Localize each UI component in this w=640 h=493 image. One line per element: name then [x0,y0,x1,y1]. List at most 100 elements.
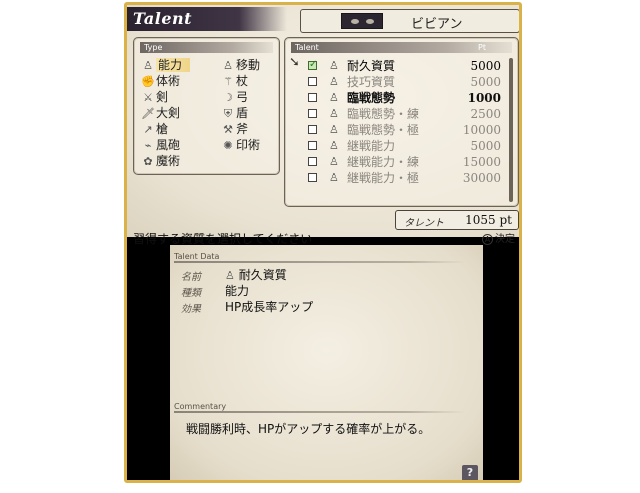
bottom-left-border [127,245,170,480]
talent-panel: Talent Pt ♙ 耐久資質 5000 ♙ 技巧資質 5000 ♙ 臨戦態勢 1000 ♙ 臨戦… [284,37,519,207]
commentary-text: 戦闘勝利時、HPがアップする確率が上がる。 [186,422,431,436]
type-item[interactable]: 🗡大剣 [140,105,180,121]
type-item-label: 魔術 [156,154,181,168]
type-item[interactable]: ⚒ 斧 [220,121,248,137]
type-item[interactable]: ✺ 印術 [220,137,260,153]
talent-row[interactable]: ♙ 継戦能力・極 30000 [291,170,505,186]
talent-checkbox[interactable] [308,93,317,102]
talent-head-label: Talent [295,43,319,52]
type-item[interactable]: ♙ 能力 [140,57,191,73]
bottom-screen: Talent Data 名前 ♙ 耐久資質 種類 能力 効果 HP成長率アップ … [170,245,483,480]
name-key: 名前 [181,272,201,283]
talent-name: 臨戦態勢・練 [347,107,420,121]
type-item[interactable]: ⚔ 剣 [140,89,168,105]
talent-checkbox[interactable] [308,141,317,150]
axe-icon: ⚒ [223,123,233,136]
talent-checkbox[interactable] [308,157,317,166]
talent-cost: 2500 [470,107,501,121]
type-item[interactable]: ✊体術 [140,73,180,89]
talent-points-box: タレント 1055 pt [395,210,519,230]
type-item-label: 剣 [156,90,169,104]
person-icon: ♙ [329,91,339,104]
effect-value: HP成長率アップ [225,300,314,314]
talent-cost: 1000 [467,91,501,105]
magic-icon: ✿ [143,155,153,168]
person-icon: ♙ [143,59,153,72]
spear-icon: ↗ [143,123,153,136]
game-frame: Talent ビビアン Type ♙ 能力 ✊体術 ⚔ 剣 🗡大剣 ↗ 槍 ⌁ 風砲 ✿ 魔術 ♙ 移動… [124,2,522,483]
type-item[interactable]: ⌁ 風砲 [140,137,180,153]
talent-data-heading: Talent Data [174,252,220,261]
type-key: 種類 [181,288,201,299]
bow-icon: ☽ [223,91,233,104]
talent-checkbox[interactable] [308,109,317,118]
type-item[interactable]: ⚚ 杖 [220,73,248,89]
type-item-label: 移動 [236,58,261,72]
type-item-label: 能力 [156,58,191,72]
talent-cost: 30000 [462,171,501,185]
sword-icon: ⚔ [143,91,153,104]
type-panel: Type ♙ 能力 ✊体術 ⚔ 剣 🗡大剣 ↗ 槍 ⌁ 風砲 ✿ 魔術 ♙ 移動 ⚚ 杖 ☽ 弓 ⛨ 盾 ⚒ 斧 ✺ 印術 [133,37,280,175]
decide-label: 決定 [495,234,515,245]
type-item[interactable]: ☽ 弓 [220,89,248,105]
person-icon: ♙ [329,171,339,184]
top-screen: Talent ビビアン Type ♙ 能力 ✊体術 ⚔ 剣 🗡大剣 ↗ 槍 ⌁ 風砲 ✿ 魔術 ♙ 移動… [127,5,519,246]
talent-panel-head: Talent Pt [291,42,512,53]
talent-name: 継戦能力 [347,139,396,153]
person-icon: ♙ [329,139,339,152]
talent-row[interactable]: ♙ 継戦能力・練 15000 [291,154,505,170]
character-portrait [341,13,383,29]
type-item-label: 体術 [156,74,181,88]
person-icon: ♙ [225,269,235,282]
talent-name: 臨戦態勢 [347,91,396,105]
person-icon: ♙ [329,107,339,120]
talent-row[interactable]: ♙ 技巧資質 5000 [291,74,505,90]
character-box[interactable]: ビビアン [300,9,519,33]
talent-points-value: 1055 pt [465,213,512,227]
talent-row[interactable]: ♙ 耐久資質 5000 [291,57,505,74]
commentary-heading: Commentary [174,402,227,411]
talent-data-divider [174,261,465,263]
help-button[interactable]: ? [462,465,478,480]
talent-row[interactable]: ♙ 臨戦態勢 1000 [291,90,505,106]
bottom-right-border [483,245,519,480]
talent-scrollbar[interactable] [509,58,513,202]
fist-icon: ✊ [141,75,155,88]
talent-name: 技巧資質 [347,75,396,89]
commentary-divider [174,411,465,413]
greatsword-icon: 🗡 [141,107,155,120]
talent-checkbox[interactable] [308,125,317,134]
type-item[interactable]: ↗ 槍 [140,121,168,137]
pointer-cursor-icon: ➘ [289,55,300,70]
person-icon: ♙ [329,59,339,72]
talent-checkbox[interactable] [308,173,317,182]
talent-cost: 15000 [462,155,501,169]
type-item-label: 風砲 [156,138,181,152]
seal-icon: ✺ [223,139,233,152]
type-item[interactable]: ⛨ 盾 [220,105,248,121]
talent-checkbox[interactable] [308,57,317,73]
person-move-icon: ♙ [223,59,233,72]
type-panel-head: Type [140,42,273,53]
talent-checkbox[interactable] [308,77,317,86]
talent-points-label: タレント [404,218,444,229]
person-icon: ♙ [329,75,339,88]
name-value: ♙ 耐久資質 [225,266,287,283]
type-item[interactable]: ✿ 魔術 [140,153,180,169]
talent-name: 耐久資質 [347,59,396,73]
talent-row[interactable]: ♙ 臨戦態勢・極 10000 [291,122,505,138]
decide-button[interactable]: A 決定 [482,230,515,245]
character-name: ビビアン [411,17,463,32]
talent-cost: 10000 [462,123,501,137]
talent-name: 臨戦態勢・極 [347,123,420,137]
talent-row[interactable]: ♙ 継戦能力 5000 [291,138,505,154]
shield-icon: ⛨ [223,107,233,120]
staff-icon: ⚚ [223,75,233,88]
talent-row[interactable]: ♙ 臨戦態勢・練 2500 [291,106,505,122]
talent-name: 継戦能力・極 [347,171,420,185]
type-item-label: 弓 [236,90,249,104]
type-item[interactable]: ♙ 移動 [220,57,260,73]
type-item-label: 槍 [156,122,169,136]
cannon-icon: ⌁ [144,139,152,152]
type-item-label: 杖 [236,74,249,88]
